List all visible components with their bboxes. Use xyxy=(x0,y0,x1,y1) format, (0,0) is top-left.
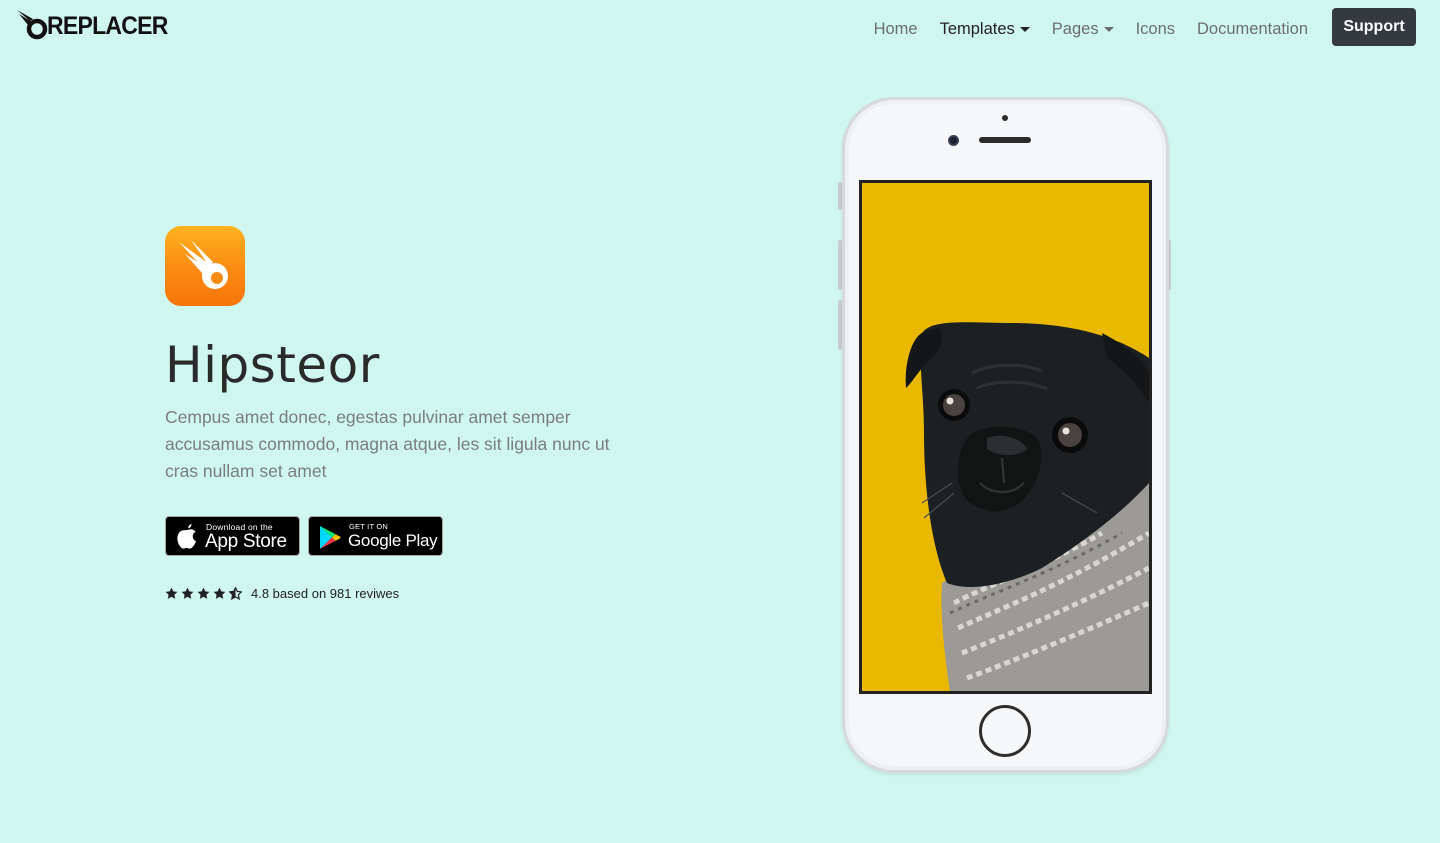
star-full-icon xyxy=(181,587,194,599)
nav-templates-label: Templates xyxy=(939,19,1015,38)
phone-earpiece xyxy=(979,137,1031,143)
nav-documentation[interactable]: Documentation xyxy=(1197,20,1308,39)
replacer-logo-icon xyxy=(17,10,48,40)
nav-home[interactable]: Home xyxy=(874,20,918,39)
star-full-icon xyxy=(165,587,178,599)
star-half-icon xyxy=(229,586,242,600)
app-description: Cempus amet donec, egestas pulvinar amet… xyxy=(165,407,610,481)
nav-pages-label: Pages xyxy=(1051,19,1099,38)
main-nav: Home Templates Pages Icons Documentation xyxy=(852,18,1308,40)
star-full-icon xyxy=(213,587,226,599)
nav-icons[interactable]: Icons xyxy=(1136,20,1175,39)
google-play-icon xyxy=(320,526,341,549)
brand-name: REPLACER xyxy=(47,12,168,40)
nav-home-label: Home xyxy=(873,19,918,38)
google-play-big-text: Google Play xyxy=(348,531,438,550)
nav-pages[interactable]: Pages xyxy=(1052,20,1114,39)
phone-screen xyxy=(859,180,1152,694)
app-store-big-text: App Store xyxy=(205,531,287,552)
caret-down-icon xyxy=(1019,26,1030,32)
google-play-small-text: GET IT ON xyxy=(349,522,389,531)
app-title: Hipsteor xyxy=(165,336,380,394)
apple-icon xyxy=(177,524,196,549)
app-store-button[interactable]: Download on the App Store xyxy=(165,516,300,556)
star-full-icon xyxy=(197,587,210,599)
caret-down-icon xyxy=(1103,26,1114,32)
rating: 4.8 based on 981 reviwes xyxy=(165,585,399,601)
nav-documentation-label: Documentation xyxy=(1197,19,1308,38)
rating-stars xyxy=(165,586,245,600)
navbar: REPLACER Home Templates Pages Icons Docu… xyxy=(0,0,1440,56)
brand-logo-link[interactable]: REPLACER xyxy=(16,8,178,42)
nav-icons-label: Icons xyxy=(1135,19,1176,38)
pug-in-scarf-photo xyxy=(862,183,1149,691)
phone-sensor xyxy=(1002,115,1008,121)
phone-home-button[interactable] xyxy=(979,705,1031,757)
comet-app-icon xyxy=(165,226,245,306)
rating-text: 4.8 based on 981 reviwes xyxy=(251,585,400,601)
google-play-button[interactable]: GET IT ON Google Play xyxy=(308,516,443,556)
phone-camera xyxy=(948,135,959,146)
support-button[interactable]: Support xyxy=(1332,8,1416,46)
nav-templates[interactable]: Templates xyxy=(940,20,1030,39)
